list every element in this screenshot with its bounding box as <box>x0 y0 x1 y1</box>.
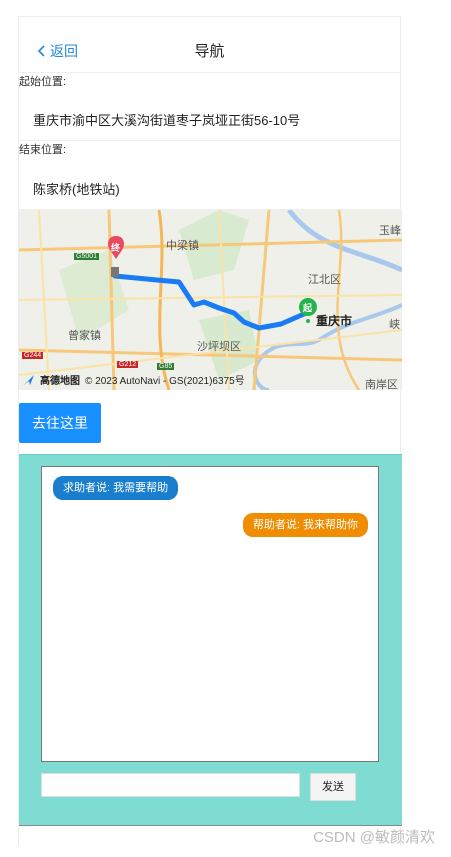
map-place-label: 峡 <box>389 319 400 331</box>
amap-logo-icon <box>24 374 34 385</box>
chat-history[interactable]: 求助者说: 我需要帮助 帮助者说: 我来帮助你 <box>41 466 379 762</box>
page-title: 导航 <box>194 43 225 60</box>
map-attribution: 高德地图 © 2023 AutoNavi - GS(2021)6375号 <box>23 372 245 387</box>
map-place-label: 江北区 <box>308 274 341 286</box>
start-marker-label: 起 <box>303 303 313 313</box>
route-map[interactable]: 终 起 中梁镇 江北区 重庆市 曾家镇 沙坪坝区 南岸区 玉峰 峡 G5001 … <box>19 210 402 390</box>
message-seeker: 求助者说: 我需要帮助 <box>53 476 179 500</box>
go-here-button[interactable]: 去往这里 <box>19 403 101 443</box>
map-place-label: 沙坪坝区 <box>197 341 241 353</box>
road-tag: G212 <box>117 361 139 368</box>
road-tag: G244 <box>22 352 44 359</box>
map-copyright: © 2023 AutoNavi - GS(2021)6375号 <box>85 376 245 387</box>
road-tag: G5001 <box>74 253 100 260</box>
chat-input[interactable] <box>41 773 300 797</box>
map-place-label: 中梁镇 <box>166 240 199 252</box>
watermark: CSDN @敏颜清欢 <box>313 829 435 846</box>
phone-frame: 返回 导航 起始位置: 重庆市渝中区大溪沟街道枣子岚垭正街56-10号 结束位置… <box>18 16 402 846</box>
end-label: 结束位置: <box>19 144 67 156</box>
map-canvas <box>19 210 402 390</box>
map-place-label: 玉峰 <box>379 225 401 237</box>
road-tag: G85 <box>157 363 175 370</box>
message-helper: 帮助者说: 我来帮助你 <box>242 513 368 537</box>
nav-bar: 返回 导航 <box>19 17 400 73</box>
map-place-label: 重庆市 <box>316 314 353 328</box>
start-field[interactable]: 重庆市渝中区大溪沟街道枣子岚垭正街56-10号 <box>19 101 400 141</box>
map-place-label: 南岸区 <box>365 379 398 390</box>
send-button[interactable]: 发送 <box>310 773 356 801</box>
map-place-label: 曾家镇 <box>68 330 101 342</box>
chat-panel: 求助者说: 我需要帮助 帮助者说: 我来帮助你 发送 <box>19 454 402 826</box>
map-logo: 高德地图 <box>40 376 80 387</box>
end-marker-label: 终 <box>111 243 121 253</box>
end-field[interactable]: 陈家桥(地铁站) <box>19 170 400 210</box>
start-label: 起始位置: <box>19 76 67 88</box>
